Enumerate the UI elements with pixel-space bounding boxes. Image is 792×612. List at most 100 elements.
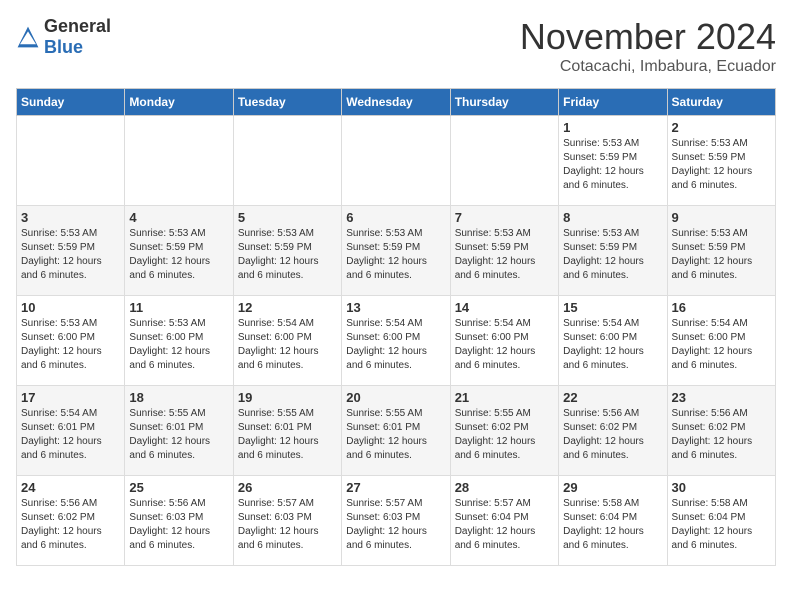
calendar-cell: 10Sunrise: 5:53 AM Sunset: 6:00 PM Dayli… [17, 296, 125, 386]
day-number: 22 [563, 390, 662, 405]
day-info: Sunrise: 5:57 AM Sunset: 6:04 PM Dayligh… [455, 497, 554, 553]
title-area: November 2024 Cotacachi, Imbabura, Ecuad… [520, 16, 776, 76]
day-info: Sunrise: 5:58 AM Sunset: 6:04 PM Dayligh… [563, 497, 662, 553]
calendar-cell: 23Sunrise: 5:56 AM Sunset: 6:02 PM Dayli… [667, 386, 775, 476]
calendar-cell: 28Sunrise: 5:57 AM Sunset: 6:04 PM Dayli… [450, 476, 558, 566]
calendar-cell: 13 Sunrise: 5:54 AM Sunset: 6:00 PM Dayli… [342, 296, 450, 386]
day-info: Sunrise: 5:53 AM Sunset: 5:59 PM Dayligh… [672, 227, 771, 283]
day-info: Sunrise: 5:58 AM Sunset: 6:04 PM Dayligh… [672, 497, 771, 553]
calendar-cell [17, 116, 125, 206]
weekday-header: Saturday [667, 89, 775, 116]
calendar-cell: 15Sunrise: 5:54 AM Sunset: 6:00 PM Dayli… [559, 296, 667, 386]
calendar-week-row: 24 Sunrise: 5:56 AM Sunset: 6:02 PM Dayli… [17, 476, 776, 566]
day-info: Sunrise: 5:53 AM Sunset: 5:59 PM Dayligh… [672, 137, 771, 193]
weekday-header: Monday [125, 89, 233, 116]
calendar-cell: 4 Sunrise: 5:53 AM Sunset: 5:59 PM Daylig… [125, 206, 233, 296]
calendar-cell [450, 116, 558, 206]
day-number: 9 [672, 210, 771, 225]
day-number: 5 [238, 210, 337, 225]
calendar-cell: 5 Sunrise: 5:53 AM Sunset: 5:59 PM Daylig… [233, 206, 341, 296]
day-number: 8 [563, 210, 662, 225]
day-info: Sunrise: 5:54 AM Sunset: 6:00 PM Dayligh… [672, 317, 771, 373]
calendar-cell: 24 Sunrise: 5:56 AM Sunset: 6:02 PM Dayli… [17, 476, 125, 566]
day-number: 19 [238, 390, 337, 405]
day-number: 26 [238, 480, 337, 495]
calendar-cell: 3Sunrise: 5:53 AM Sunset: 5:59 PM Daylig… [17, 206, 125, 296]
day-info: Sunrise: 5:57 AM Sunset: 6:03 PM Dayligh… [238, 497, 337, 553]
day-info: Sunrise: 5:53 AM Sunset: 5:59 PM Dayligh… [563, 137, 662, 193]
calendar-cell: 14 Sunrise: 5:54 AM Sunset: 6:00 PM Dayli… [450, 296, 558, 386]
day-number: 18 [129, 390, 228, 405]
day-number: 16 [672, 300, 771, 315]
calendar-cell: 18 Sunrise: 5:55 AM Sunset: 6:01 PM Dayli… [125, 386, 233, 476]
calendar-cell: 22 Sunrise: 5:56 AM Sunset: 6:02 PM Dayli… [559, 386, 667, 476]
day-number: 29 [563, 480, 662, 495]
day-info: Sunrise: 5:53 AM Sunset: 5:59 PM Dayligh… [129, 227, 228, 283]
day-number: 30 [672, 480, 771, 495]
day-info: Sunrise: 5:55 AM Sunset: 6:01 PM Dayligh… [346, 407, 445, 463]
logo-text-general: General [44, 16, 111, 36]
calendar-cell: 25Sunrise: 5:56 AM Sunset: 6:03 PM Dayli… [125, 476, 233, 566]
day-number: 12 [238, 300, 337, 315]
day-info: Sunrise: 5:57 AM Sunset: 6:03 PM Dayligh… [346, 497, 445, 553]
calendar-cell: 20 Sunrise: 5:55 AM Sunset: 6:01 PM Dayli… [342, 386, 450, 476]
calendar-cell [342, 116, 450, 206]
day-info: Sunrise: 5:55 AM Sunset: 6:01 PM Dayligh… [129, 407, 228, 463]
calendar-cell: 17 Sunrise: 5:54 AM Sunset: 6:01 PM Dayli… [17, 386, 125, 476]
calendar-cell: 9 Sunrise: 5:53 AM Sunset: 5:59 PM Daylig… [667, 206, 775, 296]
calendar-week-row: 1Sunrise: 5:53 AM Sunset: 5:59 PM Daylig… [17, 116, 776, 206]
day-number: 13 [346, 300, 445, 315]
weekday-header: Thursday [450, 89, 558, 116]
calendar-cell: 1Sunrise: 5:53 AM Sunset: 5:59 PM Daylig… [559, 116, 667, 206]
day-number: 3 [21, 210, 120, 225]
calendar-cell: 8Sunrise: 5:53 AM Sunset: 5:59 PM Daylig… [559, 206, 667, 296]
day-info: Sunrise: 5:56 AM Sunset: 6:03 PM Dayligh… [129, 497, 228, 553]
day-number: 6 [346, 210, 445, 225]
weekday-header: Sunday [17, 89, 125, 116]
day-number: 24 [21, 480, 120, 495]
day-info: Sunrise: 5:56 AM Sunset: 6:02 PM Dayligh… [672, 407, 771, 463]
logo-icon [16, 25, 40, 49]
day-info: Sunrise: 5:53 AM Sunset: 5:59 PM Dayligh… [238, 227, 337, 283]
day-number: 20 [346, 390, 445, 405]
day-info: Sunrise: 5:53 AM Sunset: 6:00 PM Dayligh… [129, 317, 228, 373]
day-number: 11 [129, 300, 228, 315]
calendar-cell: 11 Sunrise: 5:53 AM Sunset: 6:00 PM Dayli… [125, 296, 233, 386]
day-info: Sunrise: 5:55 AM Sunset: 6:01 PM Dayligh… [238, 407, 337, 463]
day-info: Sunrise: 5:55 AM Sunset: 6:02 PM Dayligh… [455, 407, 554, 463]
day-number: 27 [346, 480, 445, 495]
calendar-cell: 7Sunrise: 5:53 AM Sunset: 5:59 PM Daylig… [450, 206, 558, 296]
calendar-cell [233, 116, 341, 206]
day-info: Sunrise: 5:56 AM Sunset: 6:02 PM Dayligh… [563, 407, 662, 463]
day-number: 7 [455, 210, 554, 225]
day-info: Sunrise: 5:54 AM Sunset: 6:00 PM Dayligh… [455, 317, 554, 373]
calendar-cell: 6 Sunrise: 5:53 AM Sunset: 5:59 PM Daylig… [342, 206, 450, 296]
calendar-cell: 12Sunrise: 5:54 AM Sunset: 6:00 PM Dayli… [233, 296, 341, 386]
calendar-cell [125, 116, 233, 206]
day-number: 14 [455, 300, 554, 315]
day-number: 21 [455, 390, 554, 405]
header: General Blue November 2024 Cotacachi, Im… [16, 16, 776, 76]
day-number: 17 [21, 390, 120, 405]
calendar-cell: 27 Sunrise: 5:57 AM Sunset: 6:03 PM Dayli… [342, 476, 450, 566]
calendar-cell: 2 Sunrise: 5:53 AM Sunset: 5:59 PM Daylig… [667, 116, 775, 206]
calendar-week-row: 10Sunrise: 5:53 AM Sunset: 6:00 PM Dayli… [17, 296, 776, 386]
day-info: Sunrise: 5:54 AM Sunset: 6:00 PM Dayligh… [346, 317, 445, 373]
logo-text-blue: Blue [44, 37, 83, 57]
weekday-header: Friday [559, 89, 667, 116]
calendar-week-row: 3 Sunrise: 5:53 AM Sunset: 5:59 PM Daylig… [17, 206, 776, 296]
calendar-cell: 16 Sunrise: 5:54 AM Sunset: 6:00 PM Dayli… [667, 296, 775, 386]
calendar-table: SundayMondayTuesdayWednesdayThursdayFrid… [16, 88, 776, 566]
weekday-header: Tuesday [233, 89, 341, 116]
day-info: Sunrise: 5:54 AM Sunset: 6:01 PM Dayligh… [21, 407, 120, 463]
day-number: 2 [672, 120, 771, 135]
month-title: November 2024 [520, 16, 776, 58]
day-info: Sunrise: 5:53 AM Sunset: 6:00 PM Dayligh… [21, 317, 120, 373]
day-number: 15 [563, 300, 662, 315]
day-info: Sunrise: 5:53 AM Sunset: 5:59 PM Dayligh… [346, 227, 445, 283]
weekday-header: Wednesday [342, 89, 450, 116]
day-number: 4 [129, 210, 228, 225]
calendar-cell: 19 Sunrise: 5:55 AM Sunset: 6:01 PM Dayli… [233, 386, 341, 476]
location-title: Cotacachi, Imbabura, Ecuador [520, 58, 776, 76]
day-info: Sunrise: 5:56 AM Sunset: 6:02 PM Dayligh… [21, 497, 120, 553]
